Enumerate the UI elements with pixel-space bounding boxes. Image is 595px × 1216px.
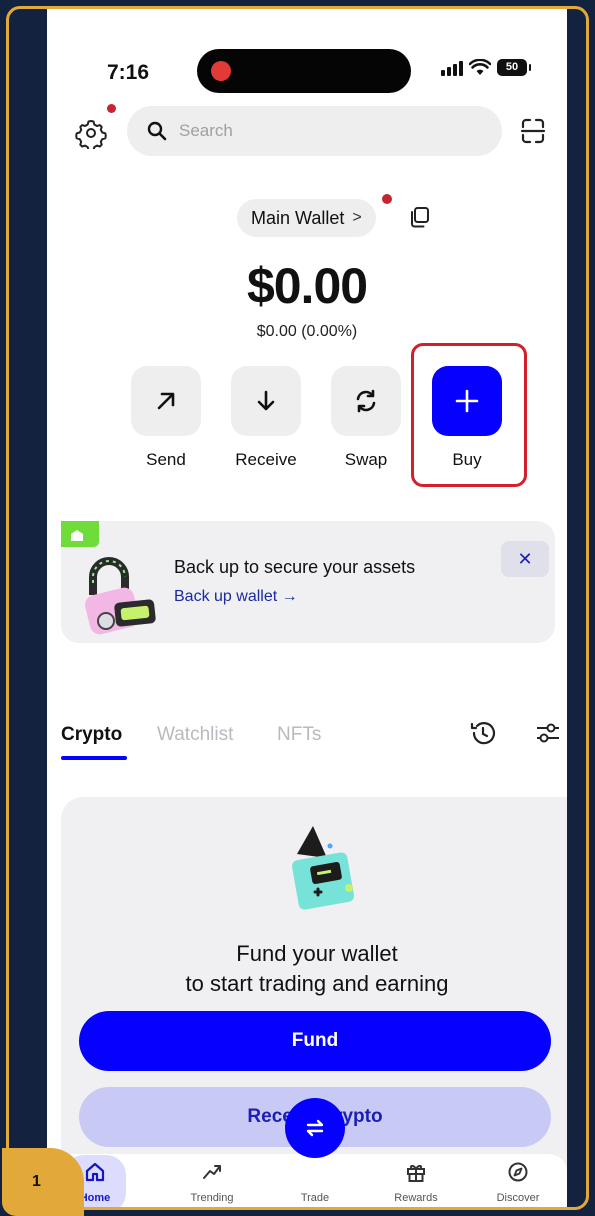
nav-rewards-label: Rewards [394,1192,438,1204]
recording-indicator-icon [211,61,231,81]
wallet-name: Main Wallet [251,207,345,228]
refresh-icon [356,389,376,413]
nav-rewards[interactable]: Rewards [381,1159,451,1204]
fund-button[interactable]: Fund [79,1011,551,1071]
receive-label: Receive [235,450,297,469]
battery-icon: 50 [497,59,531,76]
receive-button[interactable] [231,366,301,436]
buy-highlight-box [411,343,527,487]
send-action[interactable]: Send [131,366,201,470]
arrow-down-icon [257,390,275,411]
step-number-badge: 1 [2,1148,84,1216]
fund-card-text: Fund your wallet to start trading and ea… [47,939,567,999]
nav-discover-label: Discover [496,1192,540,1204]
active-tab-indicator [61,756,127,760]
search-bar[interactable] [127,106,502,156]
backup-title: Back up to secure your assets [174,557,416,577]
dynamic-island [197,49,411,93]
fund-card-line2: to start trading and earning [185,971,449,996]
wallet-illustration-icon [292,826,354,910]
copy-icon[interactable] [408,206,430,228]
nav-trade[interactable]: Trade [280,1159,350,1204]
signal-icon [441,60,463,76]
nav-trending-label: Trending [190,1192,234,1204]
swap-arrows-icon [306,1119,324,1137]
receive-action[interactable]: Receive [231,366,301,470]
send-button[interactable] [131,366,201,436]
close-banner-button[interactable]: ✕ [501,541,549,577]
wallet-notification-dot [382,194,392,204]
chevron-right-icon: > [352,209,362,226]
nav-trade-label: Trade [300,1192,330,1204]
phone-screen: 7:16 50 Search Main Wallet > $0.00 $0.00… [47,9,567,1207]
gift-icon [407,1165,425,1182]
search-icon [147,121,167,141]
close-icon: ✕ [517,548,533,569]
status-icons: 50 [441,59,531,76]
balance-change: $0.00 (0.00%) [256,323,358,340]
compass-icon [508,1162,528,1182]
search-input[interactable] [179,121,459,141]
wallet-selector[interactable]: Main Wallet > [237,199,376,237]
wallet-balance: $0.00 [246,258,368,314]
nav-trending[interactable]: Trending [177,1159,247,1204]
padlock-illustration-icon [61,521,156,635]
swap-button[interactable] [331,366,401,436]
backup-wallet-link[interactable]: Back up wallet → [174,588,298,606]
annotation-frame: 7:16 50 Search Main Wallet > $0.00 $0.00… [6,6,589,1210]
settings-gear-icon[interactable] [75,117,107,149]
trending-icon [203,1165,221,1179]
tab-nfts[interactable]: NFTs [277,724,321,746]
trade-button[interactable] [285,1098,345,1158]
tab-watchlist[interactable]: Watchlist [157,724,233,746]
status-time: 7:16 [107,61,150,84]
wifi-icon [469,59,491,75]
swap-label: Swap [344,450,388,469]
filter-sliders-icon[interactable] [534,719,562,747]
notification-dot [107,104,116,113]
backup-banner[interactable]: Back up to secure your assets Back up wa… [61,521,555,643]
swap-action[interactable]: Swap [331,366,401,470]
scan-qr-icon[interactable] [519,117,547,145]
tab-crypto[interactable]: Crypto [61,724,122,746]
home-icon [85,1162,105,1182]
send-label: Send [146,450,186,469]
arrow-up-right-icon [157,392,175,410]
nav-discover[interactable]: Discover [483,1159,553,1204]
fund-card-line1: Fund your wallet [236,941,398,966]
history-icon[interactable] [469,719,497,747]
